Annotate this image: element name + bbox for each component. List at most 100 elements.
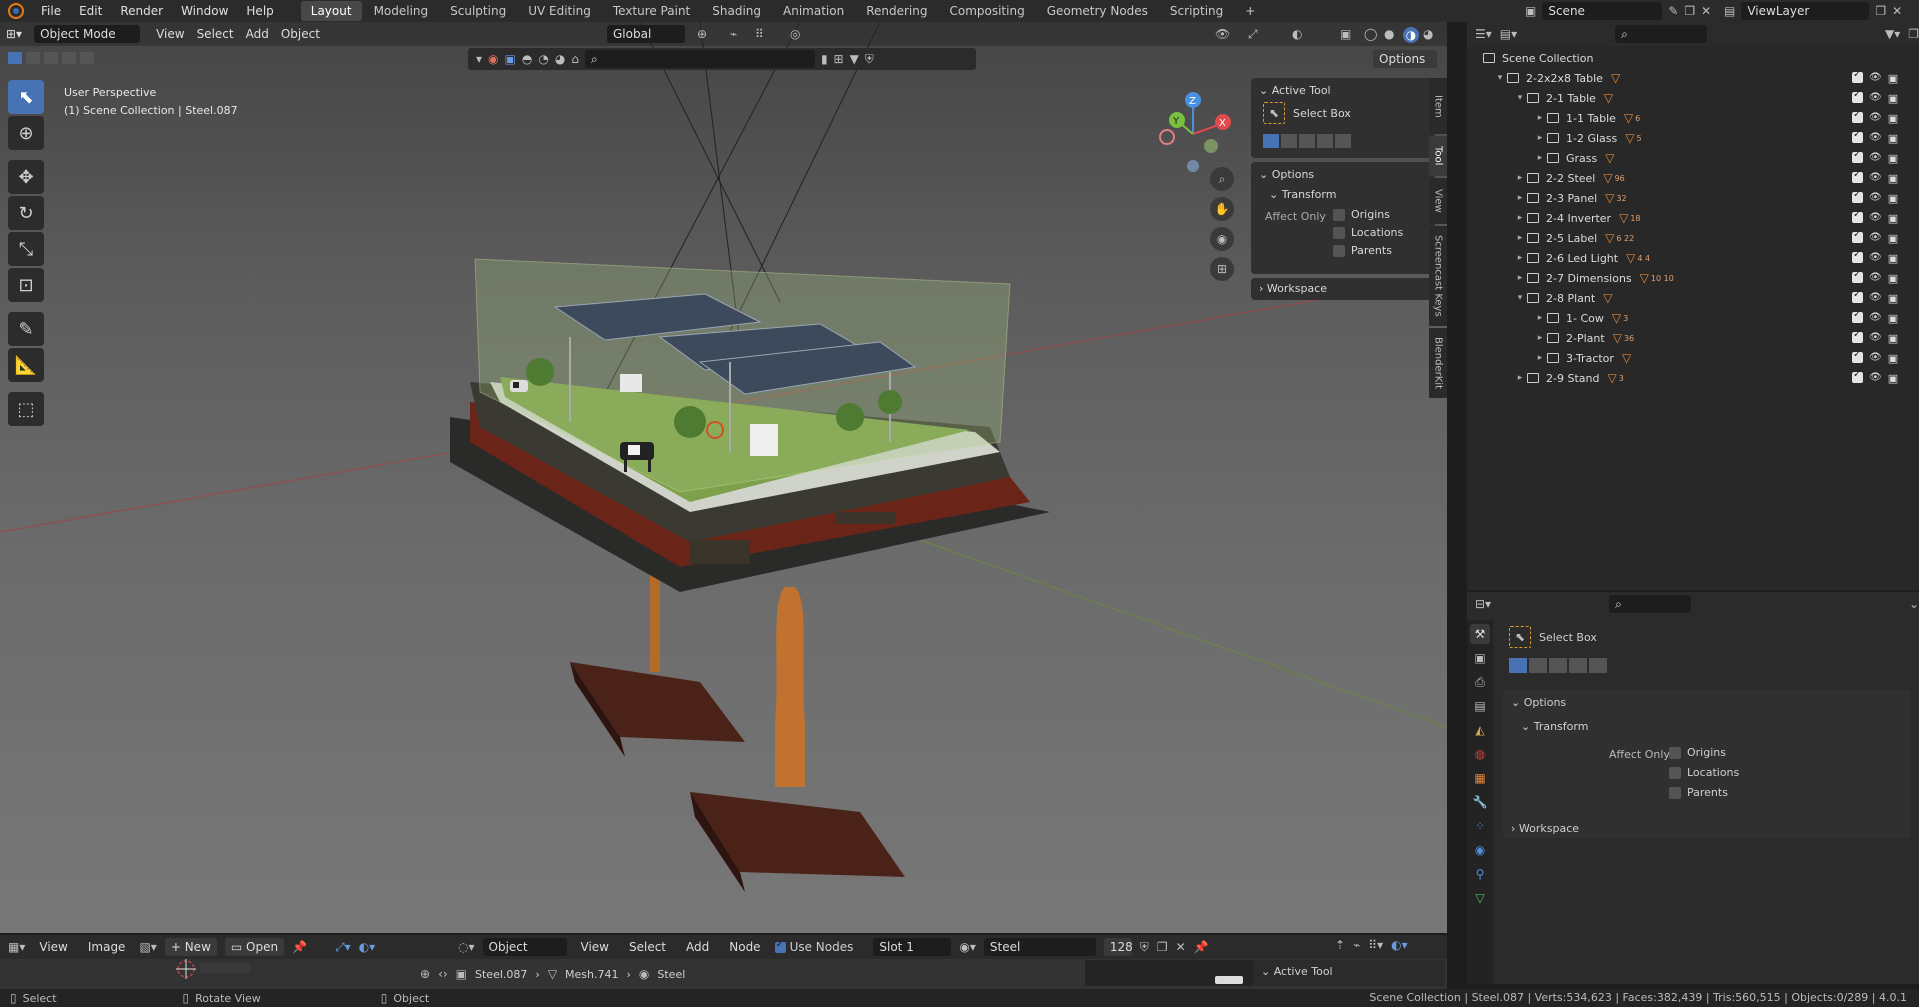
expand-right-icon[interactable]: ▸ [1513, 273, 1527, 283]
outliner-row[interactable]: ▸1-1 Table▽6👁▣ [1467, 108, 1919, 128]
eye-icon[interactable]: 👁 [1869, 72, 1882, 85]
pin-icon[interactable]: 📌 [292, 940, 307, 954]
render-camera-icon[interactable]: ▣ [1888, 192, 1898, 205]
new-image-button[interactable]: + New [164, 938, 217, 956]
breadcrumb-mesh[interactable]: Mesh.741 [565, 968, 618, 981]
user-count-badge[interactable]: 128 [1103, 938, 1133, 956]
search-input[interactable]: ⌕ [584, 50, 815, 68]
close-icon[interactable]: ✕ [1176, 940, 1186, 954]
menu-help[interactable]: Help [237, 4, 282, 18]
expand-down-icon[interactable]: ▾ [1493, 73, 1507, 83]
orientation-dropdown[interactable]: Global [607, 25, 685, 43]
tab-animation[interactable]: Animation [773, 1, 854, 21]
filter-icon[interactable]: ▼ [850, 52, 859, 66]
view-layer-tab-icon[interactable]: ▤ [1470, 696, 1490, 716]
snap-settings-icon[interactable]: ⠿▾ [1368, 938, 1383, 952]
ortho-grid-icon[interactable]: ⊞ [1210, 257, 1234, 281]
shield-icon[interactable]: ⛨ [865, 52, 874, 67]
render-camera-icon[interactable]: ▣ [1888, 372, 1898, 385]
camera-icon[interactable]: ◉ [1210, 227, 1234, 251]
expand-right-icon[interactable]: ▸ [1533, 153, 1547, 163]
wireframe-shading-icon[interactable]: ◯ [1364, 27, 1377, 41]
outliner-row[interactable]: ▸2-9 Stand▽3👁▣ [1467, 368, 1919, 388]
image-menu-view[interactable]: View [33, 938, 73, 956]
tab-modeling[interactable]: Modeling [364, 1, 439, 21]
object-filter-icon[interactable]: ▣ [505, 52, 516, 66]
render-camera-icon[interactable]: ▣ [1888, 132, 1898, 145]
image-editor-type-icon[interactable]: ▦▾ [8, 940, 25, 954]
menu-file[interactable]: File [32, 4, 70, 18]
tab-uv-editing[interactable]: UV Editing [518, 1, 601, 21]
eye-icon[interactable]: 👁 [1869, 112, 1882, 125]
camera-filter-icon[interactable]: ◕ [555, 52, 565, 66]
blender-logo-icon[interactable] [8, 3, 24, 19]
new-collection-icon[interactable]: ❐ [1908, 27, 1919, 41]
zoom-icon[interactable]: ⌕ [1210, 167, 1234, 191]
parent-node-icon[interactable]: ⇡ [1335, 938, 1345, 952]
outliner-search-input[interactable]: ⌕ [1615, 25, 1707, 43]
exclude-checkbox[interactable] [1852, 309, 1863, 323]
exclude-checkbox[interactable] [1852, 349, 1863, 363]
render-camera-icon[interactable]: ▣ [1888, 352, 1898, 365]
eye-icon[interactable]: 👁 [1869, 212, 1882, 225]
active-tool-header[interactable]: ⌄ Active Tool [1259, 84, 1331, 97]
data-tab-icon[interactable]: ▽ [1470, 888, 1490, 908]
snap-grid-icon[interactable]: ⠿ [755, 27, 764, 41]
menu-select[interactable]: Select [191, 25, 240, 43]
exclude-checkbox[interactable] [1852, 289, 1863, 303]
outliner-root[interactable]: Scene Collection [1467, 48, 1919, 68]
select-box-icon[interactable]: ⬉ [8, 80, 44, 114]
render-camera-icon[interactable]: ▣ [1888, 312, 1898, 325]
exclude-checkbox[interactable] [1852, 69, 1863, 83]
breadcrumb-object[interactable]: Steel.087 [475, 968, 527, 981]
select-mode-icons[interactable] [8, 52, 94, 64]
exclude-checkbox[interactable] [1852, 249, 1863, 263]
image-menu-image[interactable]: Image [82, 938, 132, 956]
cursor-icon[interactable]: ⊕ [8, 116, 44, 150]
workspace-section[interactable]: › Workspace [1503, 818, 1911, 838]
world-tab-icon[interactable]: ◍ [1470, 744, 1490, 764]
tab-sculpting[interactable]: Sculpting [440, 1, 516, 21]
tool-tab-icon[interactable]: ⚒ [1470, 624, 1490, 644]
render-camera-icon[interactable]: ▣ [1888, 232, 1898, 245]
menu-object[interactable]: Object [275, 25, 326, 43]
gizmo-toggle-icon[interactable]: ⤢▾ [335, 940, 351, 955]
eye-icon[interactable]: 👁 [1869, 312, 1882, 325]
outliner-row[interactable]: ▸2-4 Inverter▽18👁▣ [1467, 208, 1919, 228]
eye-icon[interactable]: 👁 [1869, 172, 1882, 185]
particles-tab-icon[interactable]: ⁘ [1470, 816, 1490, 836]
tab-compositing[interactable]: Compositing [939, 1, 1034, 21]
parents-checkbox[interactable]: Parents [1333, 244, 1392, 257]
options-dropdown[interactable]: Options [1373, 50, 1437, 68]
exclude-checkbox[interactable] [1852, 329, 1863, 343]
object-tab-icon[interactable]: ▦ [1470, 768, 1490, 788]
menu-add[interactable]: Add [240, 25, 275, 43]
output-tab-icon[interactable]: ⎙ [1470, 672, 1490, 692]
render-tab-icon[interactable]: ▣ [1470, 648, 1490, 668]
render-camera-icon[interactable]: ▣ [1888, 332, 1898, 345]
view-layer-field[interactable]: ViewLayer [1741, 2, 1870, 20]
constraints-tab-icon[interactable]: ⚲ [1470, 864, 1490, 884]
exclude-checkbox[interactable] [1852, 129, 1863, 143]
mesh-filter-icon[interactable]: ◓ [522, 52, 532, 66]
select-box-icon[interactable]: ⬉ [1263, 102, 1285, 124]
close-icon[interactable]: ✕ [1892, 4, 1902, 18]
render-camera-icon[interactable]: ▣ [1888, 292, 1898, 305]
expand-right-icon[interactable]: ▸ [1513, 233, 1527, 243]
expand-right-icon[interactable]: ▸ [1533, 313, 1547, 323]
pan-hand-icon[interactable]: ✋ [1210, 197, 1234, 221]
tab-layout[interactable]: Layout [300, 1, 362, 21]
move-icon[interactable]: ✥ [8, 160, 44, 194]
display-mode-icon[interactable]: ▤▾ [1500, 27, 1517, 41]
duplicate-icon[interactable]: ❐ [1157, 940, 1168, 954]
locations-checkbox[interactable]: Locations [1669, 766, 1739, 779]
shader-menu-node[interactable]: Node [723, 938, 766, 956]
editor-type-icon[interactable]: ⊟▾ [1475, 597, 1491, 611]
shader-menu-view[interactable]: View [575, 938, 615, 956]
filter-icon[interactable]: ▼▾ [1885, 27, 1900, 41]
material-shading-icon[interactable]: ◑ [1403, 27, 1419, 43]
snap-icon[interactable]: ⌁ [1353, 938, 1360, 952]
menu-edit[interactable]: Edit [70, 4, 111, 18]
eye-icon[interactable]: 👁 [1869, 92, 1882, 105]
exclude-checkbox[interactable] [1852, 109, 1863, 123]
